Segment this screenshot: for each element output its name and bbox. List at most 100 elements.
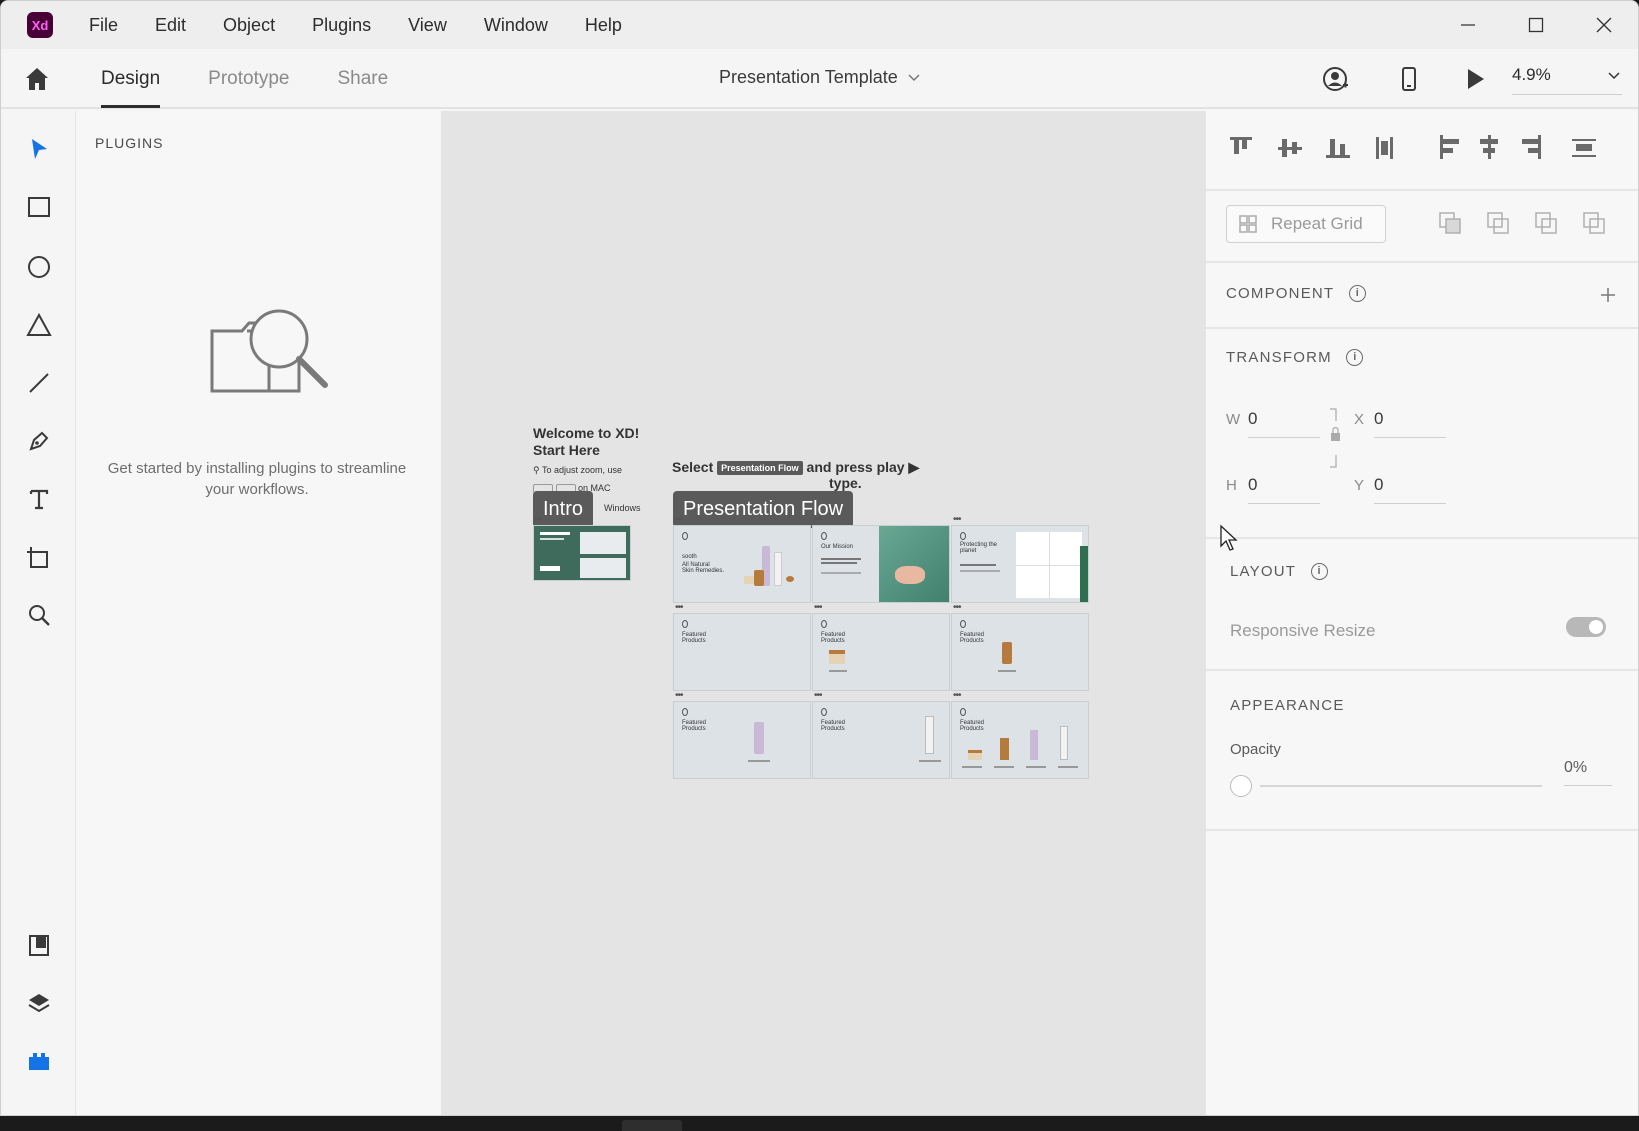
assets-icon <box>29 935 49 956</box>
tab-share[interactable]: Share <box>337 49 388 109</box>
repeat-grid-icon <box>1239 215 1257 233</box>
rectangle-icon <box>28 197 50 217</box>
artboard-featured-3[interactable]: Featured Products <box>951 613 1089 691</box>
opacity-input[interactable]: 0% <box>1564 759 1612 786</box>
height-input[interactable]: 0 <box>1248 475 1320 504</box>
text-tool[interactable] <box>23 483 55 515</box>
artboard-more-icon[interactable]: ••• <box>953 603 961 613</box>
artboard-featured-6[interactable]: Featured Products <box>951 701 1089 779</box>
artboard-planet[interactable]: Protecting the planet <box>951 525 1089 603</box>
artboard-remedies[interactable]: sooth All Natural Skin Remedies. <box>673 525 811 603</box>
document-title-dropdown[interactable]: Presentation Template <box>719 67 920 88</box>
close-button[interactable] <box>1570 1 1638 49</box>
polygon-tool[interactable] <box>23 309 55 341</box>
artboard-text-line <box>821 562 857 564</box>
property-inspector: Repeat Grid COMPONENT i TRANSFORM i W 0 … <box>1205 111 1638 1115</box>
artboard-label: Our Mission <box>821 544 854 550</box>
layers-panel-button[interactable] <box>23 987 55 1019</box>
pen-tool[interactable] <box>23 425 55 457</box>
y-input[interactable]: 0 <box>1374 475 1446 504</box>
leaf-logo-icon <box>960 532 966 540</box>
design-canvas[interactable]: Welcome to XD! Start Here ⚲ To adjust zo… <box>441 111 1205 1115</box>
x-input[interactable]: 0 <box>1374 409 1446 438</box>
triangle-icon <box>26 313 52 336</box>
artboard-featured-2[interactable]: Featured Products <box>812 613 950 691</box>
info-icon[interactable]: i <box>1348 285 1366 303</box>
leaf-logo-icon <box>682 532 688 540</box>
repeat-grid-button[interactable]: Repeat Grid <box>1226 205 1386 243</box>
top-toolbar: Design Prototype Share Presentation Temp… <box>1 49 1638 109</box>
artboard-more-icon[interactable]: ••• <box>675 603 683 613</box>
select-tool[interactable] <box>23 133 55 165</box>
artboard-more-icon[interactable]: ••• <box>953 691 961 701</box>
rectangle-tool[interactable] <box>23 191 55 223</box>
welcome-heading: Welcome to XD! Start Here <box>533 425 639 459</box>
info-icon[interactable]: i <box>1310 563 1328 581</box>
info-icon[interactable]: i <box>1346 349 1364 367</box>
tab-prototype[interactable]: Prototype <box>208 49 289 109</box>
artboard-more-icon[interactable]: ••• <box>675 691 683 701</box>
maximize-icon <box>1528 17 1544 33</box>
artboard-text-line <box>919 760 941 762</box>
layout-title: LAYOUT <box>1230 563 1297 580</box>
ellipse-tool[interactable] <box>23 251 55 283</box>
opacity-slider-track[interactable] <box>1260 785 1542 787</box>
artboard-more-icon[interactable]: ••• <box>534 515 542 525</box>
artboard-more-icon[interactable]: ••• <box>953 515 961 525</box>
plugins-panel-button[interactable] <box>23 1045 55 1077</box>
tab-design[interactable]: Design <box>101 49 161 109</box>
menu-edit[interactable]: Edit <box>155 15 186 36</box>
select-instruction-text-2: and press play ▶ <box>806 459 920 475</box>
artboard-text-line <box>829 670 847 672</box>
maximize-button[interactable] <box>1502 1 1570 49</box>
artboard-featured-4[interactable]: Featured Products <box>673 701 811 779</box>
device-preview-button[interactable] <box>1395 65 1423 93</box>
flow-badge-intro[interactable]: Intro <box>533 491 594 528</box>
artboard-intro[interactable] <box>533 525 631 581</box>
leaf-logo-icon <box>682 620 688 628</box>
artboard-more-icon[interactable]: ••• <box>814 603 822 613</box>
assets-panel-button[interactable] <box>23 929 55 961</box>
invite-button[interactable] <box>1321 65 1349 93</box>
leaf-logo-icon <box>821 532 827 540</box>
windows-hint: Windows <box>604 503 641 513</box>
responsive-resize-toggle[interactable] <box>1566 617 1606 637</box>
transform-title: TRANSFORM <box>1226 349 1332 366</box>
artboard-label: Products <box>821 638 845 644</box>
width-input[interactable]: 0 <box>1248 409 1320 438</box>
app-window: Xd File Edit Object Plugins View Window … <box>0 0 1639 1116</box>
opacity-slider-handle[interactable] <box>1230 775 1252 797</box>
artboard-tool[interactable] <box>23 541 55 573</box>
menu-file[interactable]: File <box>89 15 118 36</box>
artboard-featured-5[interactable]: Featured Products <box>812 701 950 779</box>
play-preview-button[interactable] <box>1461 65 1489 93</box>
add-component-icon[interactable] <box>1600 287 1616 303</box>
menu-window[interactable]: Window <box>484 15 548 36</box>
artboard-more-icon[interactable]: ••• <box>675 515 683 525</box>
welcome-title-line2: Start Here <box>533 442 600 458</box>
align-right-icon <box>1538 135 1541 159</box>
repeat-grid-label: Repeat Grid <box>1271 214 1363 233</box>
artboard-featured-1[interactable]: Featured Products <box>673 613 811 691</box>
menu-plugins[interactable]: Plugins <box>312 15 371 36</box>
artboard-mission[interactable]: Our Mission <box>812 525 950 603</box>
lock-aspect-icon[interactable] <box>1328 407 1342 471</box>
text-icon <box>29 489 49 510</box>
artboard-more-icon[interactable]: ••• <box>814 515 822 525</box>
close-icon <box>1596 17 1612 33</box>
minimize-button[interactable] <box>1434 1 1502 49</box>
zoom-dropdown[interactable]: 4.9% <box>1512 65 1622 95</box>
menu-view[interactable]: View <box>408 15 447 36</box>
line-tool[interactable] <box>23 367 55 399</box>
product-jar <box>754 570 764 586</box>
home-button[interactable] <box>23 65 51 93</box>
product-jar <box>744 576 754 584</box>
artboard-more-icon[interactable]: ••• <box>814 691 822 701</box>
repeat-grid-section: Repeat Grid <box>1206 191 1638 263</box>
transform-section: TRANSFORM i W 0 H 0 X 0 Y 0 <box>1206 329 1638 539</box>
menu-help[interactable]: Help <box>585 15 622 36</box>
menu-object[interactable]: Object <box>223 15 275 36</box>
flow-badge-presentation[interactable]: Presentation Flow <box>673 491 854 528</box>
zoom-tool[interactable] <box>23 599 55 631</box>
artboard-text-line <box>960 564 996 566</box>
